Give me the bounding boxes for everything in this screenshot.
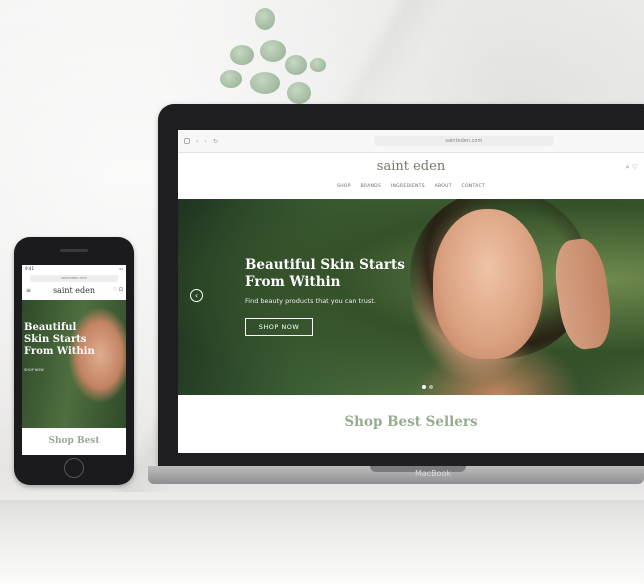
phone-home-button[interactable] <box>64 458 84 478</box>
phone-screen: 9:41 ▭ sainteden.com ≡ saint eden ♡ ⊡ Be… <box>22 265 126 455</box>
laptop-brand-label: MacBook <box>414 469 452 478</box>
browser-toolbar: ‹ › ↻ sainteden.com <box>178 130 644 153</box>
leaf <box>230 45 254 65</box>
leaf <box>310 58 326 72</box>
heart-icon[interactable]: ♡ <box>632 163 638 171</box>
nav-item-about[interactable]: ABOUT <box>435 184 452 189</box>
back-icon[interactable]: ‹ <box>196 138 198 145</box>
hero-subtitle: Find beauty products that you can trust. <box>245 297 376 305</box>
leaf <box>250 72 280 94</box>
laptop-screen: ‹ › ↻ sainteden.com saint eden ⌕ ♡ SHOP … <box>178 130 644 453</box>
phone-section-title: Shop Best <box>48 436 100 446</box>
carousel-dot[interactable] <box>429 385 433 389</box>
header-icons: ⌕ ♡ <box>626 163 638 172</box>
leaf <box>220 70 242 88</box>
phone-status-bar: 9:41 ▭ <box>22 265 126 275</box>
carousel-prev-icon[interactable]: ‹ <box>190 289 203 302</box>
phone-hero-title: Beautiful Skin Starts From Within <box>24 322 114 358</box>
hero-banner: ‹ Beautiful Skin Starts From Within Find… <box>178 199 644 395</box>
phone-header-icons[interactable]: ♡ ⊡ <box>113 287 123 293</box>
main-nav: SHOP BRANDS INGREDIENTS ABOUT CONTACT <box>178 184 644 189</box>
hero-title-line1: Beautiful Skin Starts <box>245 257 405 273</box>
status-time: 9:41 <box>25 266 34 271</box>
phone-address-bar[interactable]: sainteden.com <box>30 275 118 282</box>
nav-item-brands[interactable]: BRANDS <box>360 184 381 189</box>
shop-now-button[interactable]: SHOP NOW <box>245 318 313 336</box>
nav-item-contact[interactable]: CONTACT <box>462 184 485 189</box>
carousel-dot[interactable] <box>422 385 426 389</box>
nav-item-ingredients[interactable]: INGREDIENTS <box>391 184 425 189</box>
refresh-icon[interactable]: ↻ <box>213 138 218 145</box>
phone-hero-banner: Beautiful Skin Starts From Within SHOP N… <box>22 300 126 428</box>
phone-hero-title-line2: Skin Starts <box>24 334 87 345</box>
search-icon[interactable]: ⌕ <box>626 163 630 171</box>
leaf <box>255 8 275 30</box>
phone-hero-subtitle[interactable]: SHOP NOW <box>24 368 44 372</box>
leaf <box>260 40 286 62</box>
phone-hero-title-line1: Beautiful <box>24 322 77 333</box>
leaf <box>287 82 311 104</box>
phone-site-header: ≡ saint eden ♡ ⊡ <box>22 282 126 300</box>
forward-icon[interactable]: › <box>204 138 206 145</box>
eucalyptus-plant <box>215 0 335 110</box>
site-header: saint eden ⌕ ♡ SHOP BRANDS INGREDIENTS A… <box>178 153 644 199</box>
address-bar[interactable]: sainteden.com <box>373 136 554 146</box>
phone-hero-title-line3: From Within <box>24 346 95 357</box>
nav-item-shop[interactable]: SHOP <box>337 184 351 189</box>
site-logo[interactable]: saint eden <box>178 159 644 174</box>
section-title: Shop Best Sellers <box>344 414 478 430</box>
hero-model-face <box>433 209 543 359</box>
carousel-dots <box>422 385 433 389</box>
hero-title: Beautiful Skin Starts From Within <box>245 257 445 291</box>
hero-title-line2: From Within <box>245 274 341 290</box>
window-icon[interactable] <box>184 138 190 144</box>
leaf <box>285 55 307 75</box>
phone-site-logo[interactable]: saint eden <box>22 286 126 295</box>
battery-icon: ▭ <box>119 266 123 271</box>
phone-speaker <box>60 249 88 252</box>
desk-reflection <box>0 500 644 584</box>
